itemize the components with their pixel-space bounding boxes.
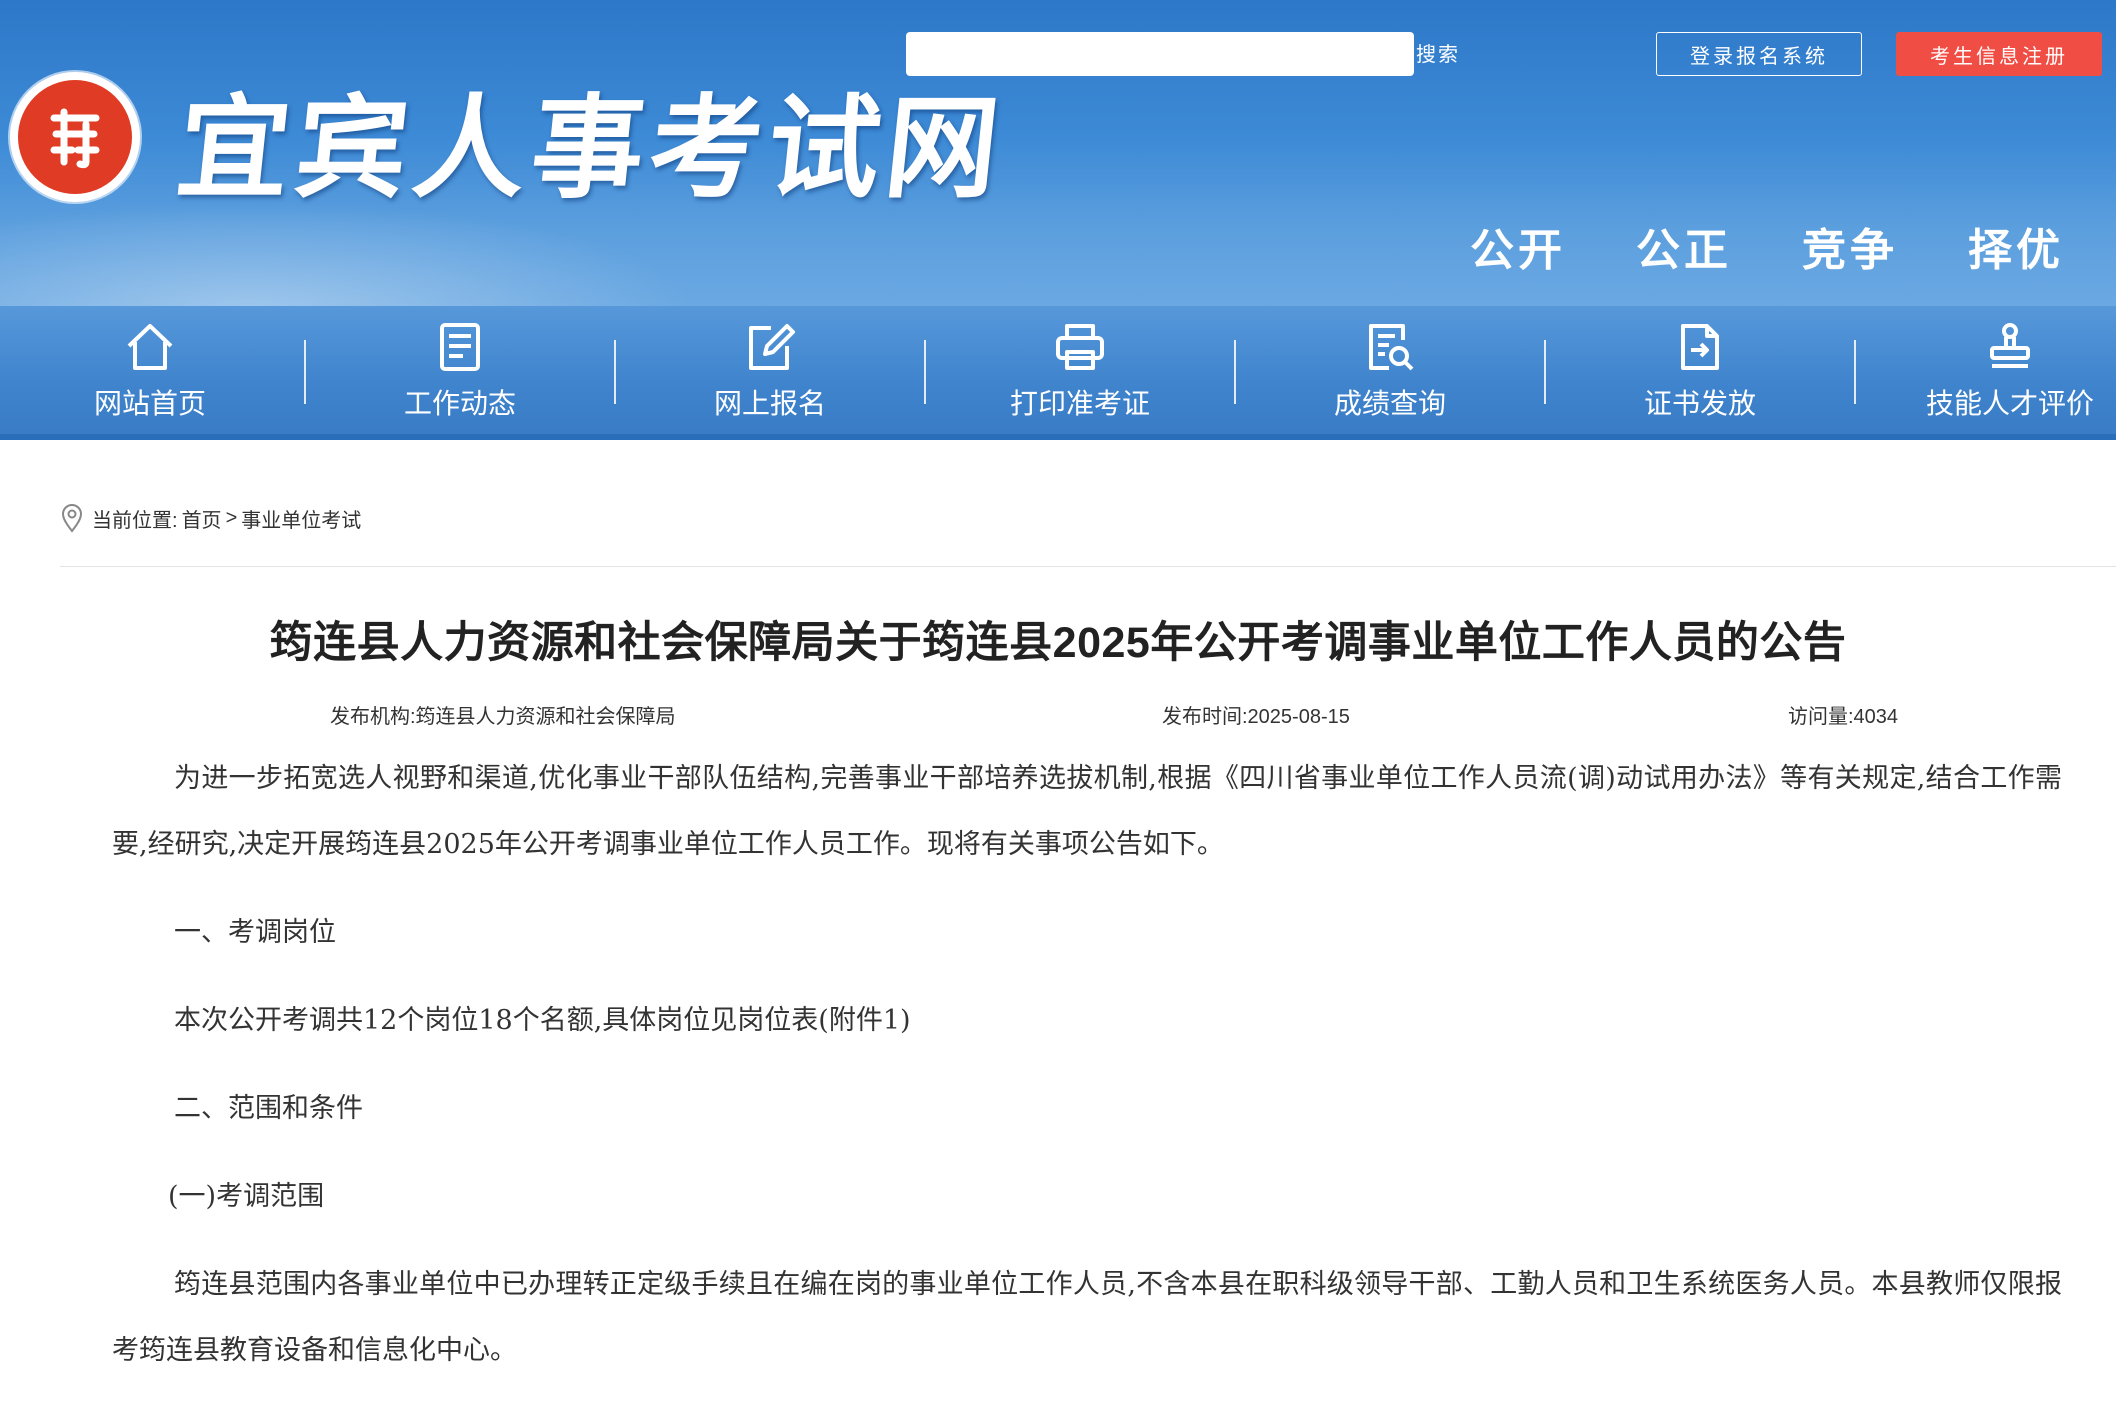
nav-label: 打印准考证 (1009, 388, 1150, 419)
section-heading: 二、范围和条件 (174, 1093, 363, 1124)
nav-separator (924, 340, 926, 404)
nav-item-home[interactable]: 网站首页 (0, 306, 300, 434)
divider (60, 566, 2116, 567)
slogan-compete: 竞争 (1802, 226, 1898, 275)
paragraph: 筠连县范围内各事业单位中已办理转正定级手续且在编在岗的事业单位工作人员,不含本县… (112, 1269, 2062, 1366)
breadcrumb: 当前位置: 首页 > 事业单位考试 (60, 500, 365, 536)
nav-separator (1544, 340, 1546, 404)
article-body: 为进一步拓宽选人视野和渠道,优化事业干部队伍结构,完善事业干部培养选拔机制,根据… (112, 746, 2062, 1384)
nav-separator (614, 340, 616, 404)
nav-label: 网站首页 (93, 388, 206, 419)
nav-separator (1234, 340, 1236, 404)
search-input[interactable] (906, 32, 1414, 76)
paragraph: 本次公开考调共12个岗位18个名额,具体岗位见岗位表(附件1) (174, 1005, 911, 1036)
site-header: 宜宾人事考试网 搜索 登录报名系统 考生信息注册 公开 公正 竞争 择优 (0, 0, 2116, 306)
nav-separator (1854, 340, 1856, 404)
article-publisher: 发布机构:筠连县人力资源和社会保障局 (330, 706, 676, 728)
nav-item-online-signup[interactable]: 网上报名 (620, 306, 920, 434)
article-publish-time: 发布时间:2025-08-15 (1162, 706, 1350, 728)
nav-item-score-query[interactable]: 成绩查询 (1240, 306, 1540, 434)
nav-label: 网上报名 (713, 388, 826, 419)
red-seal-logo-icon (50, 108, 100, 169)
location-pin-icon (61, 504, 83, 533)
slogan-select: 择优 (1968, 226, 2064, 275)
subsection-heading: (一)考调范围 (168, 1181, 325, 1212)
document-list-icon (440, 323, 480, 371)
printer-icon (1056, 324, 1104, 370)
paragraph: 为进一步拓宽选人视野和渠道,优化事业干部队伍结构,完善事业干部培养选拔机制,根据… (112, 763, 2062, 860)
main-nav: 网站首页 工作动态 网上报名 打印准考证 成绩查询 证书发放 技能人才评价 (0, 306, 2116, 440)
search-button[interactable]: 搜索 (1416, 38, 1460, 67)
breadcrumb-prefix: 当前位置: (92, 509, 178, 532)
nav-label: 技能人才评价 (1925, 388, 2094, 419)
slogan-open: 公开 (1470, 226, 1566, 275)
stamp-icon (1990, 323, 2030, 368)
nav-label: 成绩查询 (1333, 388, 1446, 419)
register-button[interactable]: 考生信息注册 (1896, 32, 2102, 76)
nav-item-certificate[interactable]: 证书发放 (1550, 306, 1850, 434)
breadcrumb-current-link[interactable]: 事业单位考试 (241, 504, 361, 533)
nav-item-skill-evaluation[interactable]: 技能人才评价 (1860, 306, 2116, 434)
article-title: 筠连县人力资源和社会保障局关于筠连县2025年公开考调事业单位工作人员的公告 (269, 619, 1847, 667)
nav-separator (304, 340, 306, 404)
slogan-fair: 公正 (1636, 226, 1732, 275)
home-icon (127, 324, 173, 370)
site-logo[interactable] (10, 72, 140, 202)
site-title: 宜宾人事考试网 (171, 83, 1011, 214)
certificate-icon (1681, 324, 1719, 370)
breadcrumb-home-link[interactable]: 首页 (182, 504, 222, 533)
nav-label: 证书发放 (1643, 388, 1756, 419)
edit-icon (749, 324, 795, 370)
nav-label: 工作动态 (403, 388, 516, 419)
login-system-button[interactable]: 登录报名系统 (1656, 32, 1862, 76)
nav-item-print-admission[interactable]: 打印准考证 (930, 306, 1230, 434)
nav-item-work-news[interactable]: 工作动态 (310, 306, 610, 434)
search-document-icon (1369, 324, 1414, 371)
article-view-count: 访问量:4034 (1788, 706, 1899, 728)
breadcrumb-separator: > (225, 506, 238, 529)
section-heading: 一、考调岗位 (174, 917, 336, 948)
